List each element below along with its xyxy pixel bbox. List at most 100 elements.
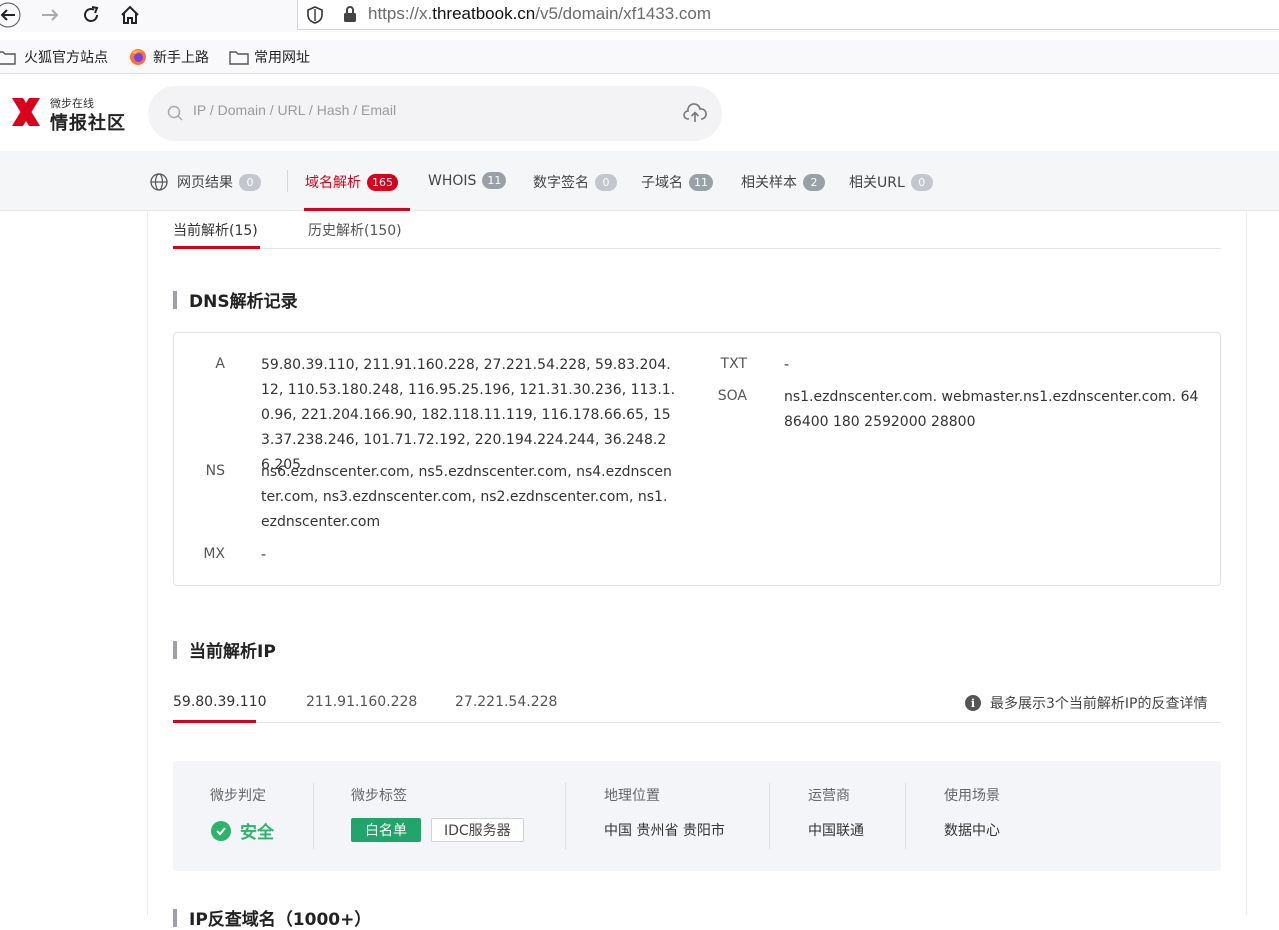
ip-note-text: 最多展示3个当前解析IP的反查详情 bbox=[990, 696, 1208, 712]
firefox-icon bbox=[130, 49, 146, 65]
bookmark-firefox-official[interactable]: 火狐官方站点 bbox=[0, 47, 108, 67]
back-button[interactable] bbox=[0, 2, 22, 28]
ns-record-value: ns6.ezdnscenter.com, ns5.ezdnscenter.com… bbox=[261, 464, 672, 530]
ip-tab-divider bbox=[173, 722, 1221, 723]
mx-record-label: MX bbox=[203, 546, 225, 562]
tab-label: 相关URL bbox=[849, 175, 905, 191]
tab-count-badge: 11 bbox=[689, 173, 713, 191]
forward-button[interactable] bbox=[36, 2, 64, 28]
tab-label: 相关样本 bbox=[741, 175, 797, 191]
whitelist-tag[interactable]: 白名单 bbox=[351, 818, 421, 842]
check-circle-icon bbox=[211, 820, 231, 841]
result-tabs: 网页结果 0 域名解析 165 WHOIS 11 数字签名 0 子域名 11 相关样本 2 … bbox=[0, 151, 1279, 211]
search-icon bbox=[167, 105, 183, 121]
dns-section-title: DNS解析记录 bbox=[173, 287, 298, 312]
tags-label: 微步标签 bbox=[351, 788, 407, 804]
scene-label: 使用场景 bbox=[944, 788, 1000, 804]
bookmark-getting-started[interactable]: 新手上路 bbox=[129, 47, 209, 67]
bookmark-label: 常用网址 bbox=[254, 50, 310, 66]
a-record-label: A bbox=[215, 356, 225, 372]
tab-related-samples[interactable]: 相关样本 2 bbox=[741, 172, 825, 192]
soa-record-label: SOA bbox=[717, 388, 747, 404]
tab-label: 子域名 bbox=[641, 175, 683, 191]
forward-arrow-icon bbox=[42, 9, 59, 21]
ip-detail-card: 微步判定 安全 微步标签 白名单 IDC服务器 地理位置 中国 贵州省 贵阳市 … bbox=[173, 761, 1221, 871]
active-ip-tab-indicator bbox=[173, 720, 256, 723]
ip-tab-1[interactable]: 59.80.39.110 bbox=[173, 694, 267, 710]
url-prefix: https://x. bbox=[368, 4, 433, 23]
subtab-history-resolution[interactable]: 历史解析(150) bbox=[308, 220, 402, 240]
folder-icon bbox=[0, 51, 16, 65]
subtab-current-resolution[interactable]: 当前解析(15) bbox=[173, 220, 258, 240]
url-path: /v5/domain/xf1433.com bbox=[535, 4, 712, 23]
tab-divider bbox=[287, 170, 288, 192]
active-tab-indicator bbox=[304, 208, 410, 211]
section-title-text: 当前解析IP bbox=[189, 642, 276, 662]
reload-icon bbox=[84, 6, 99, 22]
geo-label: 地理位置 bbox=[604, 788, 660, 804]
section-title-text: DNS解析记录 bbox=[189, 292, 298, 312]
url-domain: threatbook.cn bbox=[432, 4, 536, 23]
bookmarks-bar: 火狐官方站点 新手上路 常用网址 bbox=[0, 40, 1279, 74]
ip-tab-2[interactable]: 211.91.160.228 bbox=[306, 694, 417, 710]
section-title-bar bbox=[173, 290, 177, 309]
judgement-value: 安全 bbox=[211, 818, 274, 843]
globe-icon bbox=[150, 173, 168, 191]
tab-count-badge: 11 bbox=[482, 172, 507, 189]
tab-label: 域名解析 bbox=[305, 175, 361, 191]
mx-record-value: - bbox=[261, 547, 267, 563]
browser-toolbar: https://x.threatbook.cn/v5/domain/xf1433… bbox=[0, 0, 1279, 32]
url-text[interactable]: https://x.threatbook.cn/v5/domain/xf1433… bbox=[368, 4, 711, 24]
logo-title[interactable]: 情报社区 bbox=[50, 109, 126, 135]
back-arrow-icon bbox=[0, 2, 21, 28]
idc-server-tag[interactable]: IDC服务器 bbox=[431, 818, 524, 842]
info-icon: i bbox=[965, 695, 981, 711]
ns-record-label: NS bbox=[205, 463, 225, 479]
tab-digital-signature[interactable]: 数字签名 0 bbox=[533, 172, 617, 192]
shield-icon[interactable] bbox=[306, 5, 324, 25]
detail-divider bbox=[905, 783, 906, 849]
tab-label: 网页结果 bbox=[177, 175, 233, 191]
tab-related-urls[interactable]: 相关URL 0 bbox=[849, 172, 933, 192]
reload-button[interactable] bbox=[77, 2, 105, 28]
current-ip-section-title: 当前解析IP bbox=[173, 637, 276, 662]
tab-whois[interactable]: WHOIS 11 bbox=[428, 172, 507, 189]
section-title-bar bbox=[173, 908, 177, 927]
tab-label: 数字签名 bbox=[533, 175, 589, 191]
search-box bbox=[148, 86, 722, 141]
tab-label: WHOIS bbox=[428, 172, 477, 189]
isp-label: 运营商 bbox=[808, 788, 850, 804]
search-input[interactable] bbox=[193, 102, 663, 118]
ip-display-note: i 最多展示3个当前解析IP的反查详情 bbox=[965, 693, 1207, 713]
tab-count-badge: 165 bbox=[367, 173, 398, 191]
ip-tab-3[interactable]: 27.221.54.228 bbox=[455, 694, 557, 710]
content-border-left bbox=[147, 211, 148, 915]
tab-web-results[interactable]: 网页结果 0 bbox=[149, 172, 261, 192]
tab-count-badge: 0 bbox=[910, 173, 933, 191]
content-border-right bbox=[1246, 211, 1247, 915]
judgement-text: 安全 bbox=[240, 823, 274, 843]
tab-dns-resolution[interactable]: 域名解析 165 bbox=[305, 172, 398, 192]
folder-icon bbox=[229, 51, 249, 65]
ip-reverse-domain-section-title: IP反查域名（1000+） bbox=[173, 905, 371, 930]
judgement-label: 微步判定 bbox=[210, 788, 266, 804]
geo-value: 中国 贵州省 贵阳市 bbox=[604, 823, 725, 839]
site-header: 微步在线 情报社区 bbox=[0, 75, 1279, 151]
tab-subdomains[interactable]: 子域名 11 bbox=[641, 172, 713, 192]
bookmark-label: 新手上路 bbox=[153, 50, 209, 66]
upload-cloud-icon[interactable] bbox=[683, 102, 707, 124]
tab-count-badge: 0 bbox=[595, 173, 617, 191]
subtab-divider bbox=[173, 248, 1221, 249]
threatbook-logo-icon[interactable] bbox=[9, 95, 43, 129]
tab-count-badge: 2 bbox=[803, 173, 825, 191]
soa-record-value: ns1.ezdnscenter.com. webmaster.ns1.ezdns… bbox=[784, 389, 1199, 430]
txt-record-label: TXT bbox=[720, 356, 747, 372]
home-button[interactable] bbox=[116, 2, 144, 28]
section-title-text: IP反查域名（1000+） bbox=[189, 910, 372, 930]
detail-divider bbox=[313, 783, 314, 849]
address-bar[interactable]: https://x.threatbook.cn/v5/domain/xf1433… bbox=[297, 0, 1279, 30]
lock-icon[interactable] bbox=[342, 5, 358, 23]
bookmark-common-sites[interactable]: 常用网址 bbox=[229, 47, 310, 67]
detail-divider bbox=[565, 783, 566, 849]
bookmark-label: 火狐官方站点 bbox=[24, 50, 108, 66]
